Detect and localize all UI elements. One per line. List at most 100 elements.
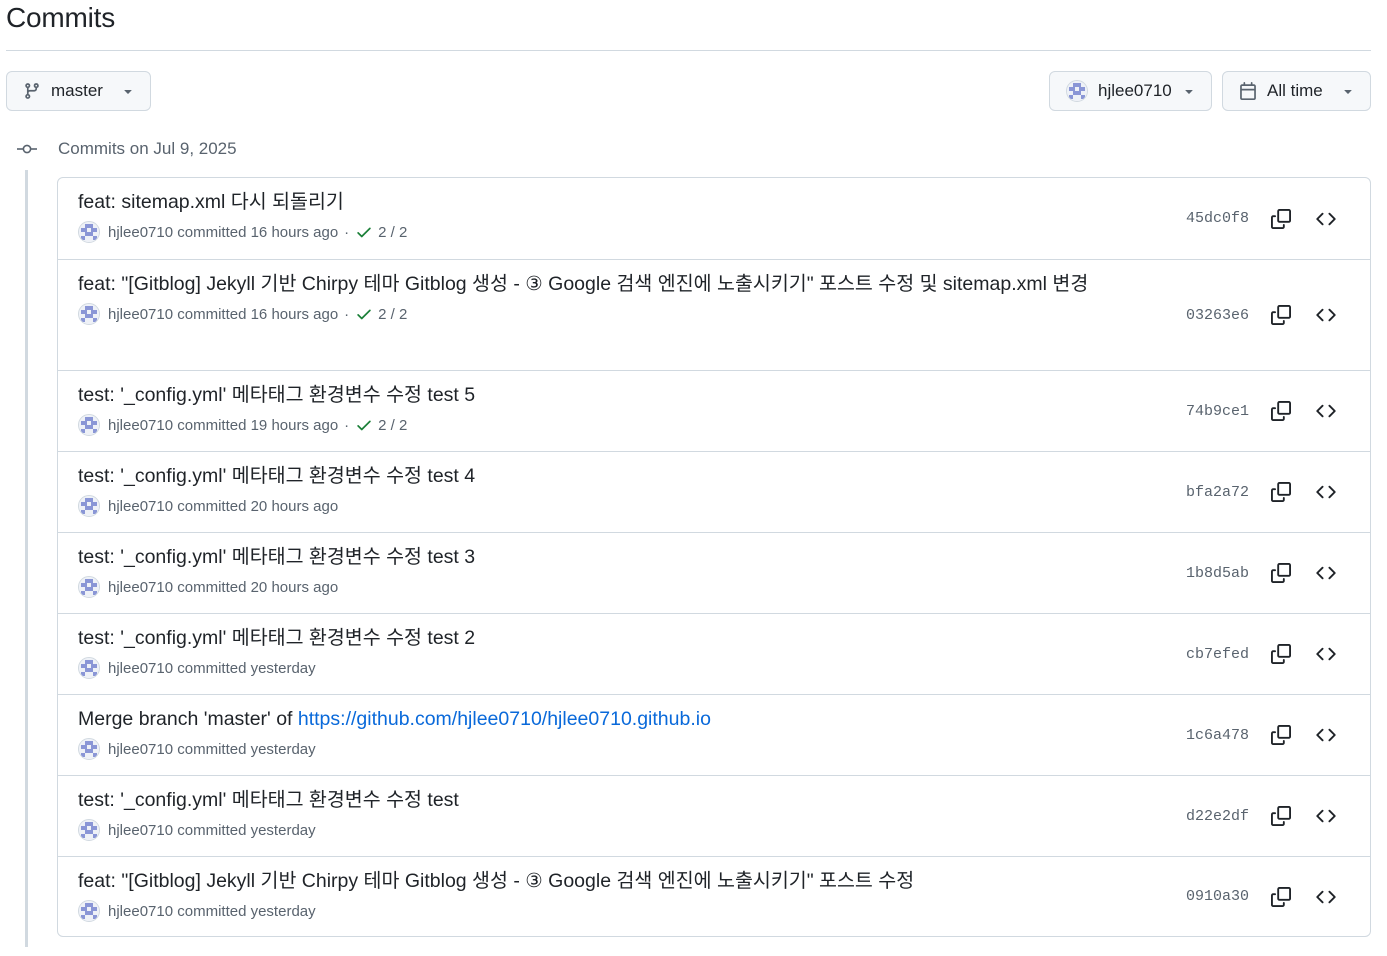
commit-action: committed [177, 578, 247, 596]
commit-message-link[interactable]: test: '_config.yml' 메타태그 환경변수 수정 test 5 [78, 381, 1098, 410]
check-icon[interactable] [355, 416, 373, 434]
commit-sha-link[interactable]: cb7efed [1186, 646, 1249, 663]
triangle-down-icon [1181, 83, 1197, 99]
commit-action: committed [177, 659, 247, 677]
check-icon[interactable] [355, 305, 373, 323]
browse-repo-button[interactable] [1312, 883, 1340, 911]
merge-source-link[interactable]: https://github.com/hjlee0710/hjlee0710.g… [298, 708, 711, 730]
meta-separator: · [344, 416, 350, 434]
copy-icon [1271, 806, 1291, 826]
avatar[interactable] [78, 303, 100, 325]
time-filter-button[interactable]: All time [1222, 71, 1371, 111]
commit-meta: hjlee0710 committed 20 hours ago [78, 576, 1098, 598]
checks-status[interactable]: 2 / 2 [378, 417, 407, 434]
copy-sha-button[interactable] [1267, 802, 1295, 830]
commit-time: 16 hours ago [250, 305, 339, 323]
commit-time: yesterday [250, 821, 316, 839]
checks-status[interactable]: 2 / 2 [378, 224, 407, 241]
copy-sha-button[interactable] [1267, 883, 1295, 911]
commit-meta: hjlee0710 committed yesterday [78, 738, 1098, 760]
commit-author-link[interactable]: hjlee0710 [108, 903, 173, 920]
avatar[interactable] [78, 576, 100, 598]
browse-repo-button[interactable] [1312, 301, 1340, 329]
commit-sha-link[interactable]: d22e2df [1186, 808, 1249, 825]
commit-message-link[interactable]: test: '_config.yml' 메타태그 환경변수 수정 test 2 [78, 624, 1098, 653]
browse-repo-button[interactable] [1312, 802, 1340, 830]
copy-sha-button[interactable] [1267, 397, 1295, 425]
commit-sha-link[interactable]: 1b8d5ab [1186, 565, 1249, 582]
commit-author-link[interactable]: hjlee0710 [108, 224, 173, 241]
copy-sha-button[interactable] [1267, 640, 1295, 668]
author-filter-button[interactable]: hjlee0710 [1049, 71, 1212, 111]
commit-time: yesterday [250, 740, 316, 758]
commit-message-link[interactable]: test: '_config.yml' 메타태그 환경변수 수정 test [78, 786, 1098, 815]
commit-author-link[interactable]: hjlee0710 [108, 498, 173, 515]
commit-row: test: '_config.yml' 메타태그 환경변수 수정 test 5 … [58, 370, 1370, 451]
check-icon[interactable] [355, 223, 373, 241]
avatar[interactable] [78, 657, 100, 679]
code-icon [1316, 563, 1336, 583]
commit-sha-link[interactable]: 1c6a478 [1186, 727, 1249, 744]
copy-sha-button[interactable] [1267, 205, 1295, 233]
browse-repo-button[interactable] [1312, 478, 1340, 506]
commit-message-link[interactable]: feat: "[Gitblog] Jekyll 기반 Chirpy 테마 Git… [78, 270, 1098, 299]
commit-meta: hjlee0710 committed 20 hours ago [78, 495, 1098, 517]
browse-repo-button[interactable] [1312, 721, 1340, 749]
avatar[interactable] [78, 900, 100, 922]
commit-author-link[interactable]: hjlee0710 [108, 579, 173, 596]
code-icon [1316, 725, 1336, 745]
commit-action: committed [177, 223, 247, 241]
avatar[interactable] [78, 221, 100, 243]
copy-icon [1271, 482, 1291, 502]
page-title: Commits [6, 2, 116, 33]
avatar[interactable] [78, 495, 100, 517]
browse-repo-button[interactable] [1312, 205, 1340, 233]
commit-time: 19 hours ago [250, 416, 339, 434]
copy-icon [1271, 644, 1291, 664]
branch-selector-button[interactable]: master [6, 71, 151, 111]
commit-author-link[interactable]: hjlee0710 [108, 417, 173, 434]
commit-message-link[interactable]: Merge branch 'master' of [78, 708, 298, 730]
code-icon [1316, 482, 1336, 502]
avatar[interactable] [78, 819, 100, 841]
commit-message-link[interactable]: test: '_config.yml' 메타태그 환경변수 수정 test 4 [78, 462, 1098, 491]
copy-sha-button[interactable] [1267, 478, 1295, 506]
commit-author-link[interactable]: hjlee0710 [108, 660, 173, 677]
copy-sha-button[interactable] [1267, 301, 1295, 329]
copy-sha-button[interactable] [1267, 721, 1295, 749]
commit-sha-link[interactable]: 74b9ce1 [1186, 403, 1249, 420]
commit-action: committed [177, 740, 247, 758]
commit-action: committed [177, 497, 247, 515]
copy-icon [1271, 305, 1291, 325]
copy-icon [1271, 725, 1291, 745]
commit-sha-link[interactable]: bfa2a72 [1186, 484, 1249, 501]
time-filter-label: All time [1267, 81, 1323, 100]
commit-action: committed [177, 902, 247, 920]
commit-sha-link[interactable]: 03263e6 [1186, 307, 1249, 324]
commit-message-link[interactable]: feat: "[Gitblog] Jekyll 기반 Chirpy 테마 Git… [78, 867, 1098, 896]
commit-time: 16 hours ago [250, 223, 339, 241]
commit-meta: hjlee0710 committed 16 hours ago · 2 / 2 [78, 303, 1098, 325]
commit-sha-link[interactable]: 45dc0f8 [1186, 210, 1249, 227]
triangle-down-icon [1340, 83, 1356, 99]
avatar[interactable] [78, 414, 100, 436]
browse-repo-button[interactable] [1312, 559, 1340, 587]
copy-icon [1271, 401, 1291, 421]
checks-status[interactable]: 2 / 2 [378, 306, 407, 323]
commit-action: committed [177, 821, 247, 839]
commit-author-link[interactable]: hjlee0710 [108, 306, 173, 323]
avatar[interactable] [78, 738, 100, 760]
commit-sha-link[interactable]: 0910a30 [1186, 888, 1249, 905]
commit-meta: hjlee0710 committed yesterday [78, 657, 1098, 679]
browse-repo-button[interactable] [1312, 397, 1340, 425]
code-icon [1316, 887, 1336, 907]
commit-meta: hjlee0710 committed yesterday [78, 819, 1098, 841]
commit-author-link[interactable]: hjlee0710 [108, 822, 173, 839]
copy-sha-button[interactable] [1267, 559, 1295, 587]
commit-message-link[interactable]: test: '_config.yml' 메타태그 환경변수 수정 test 3 [78, 543, 1098, 572]
commit-group-date: Commits on Jul 9, 2025 [58, 139, 237, 158]
commit-author-link[interactable]: hjlee0710 [108, 741, 173, 758]
browse-repo-button[interactable] [1312, 640, 1340, 668]
copy-icon [1271, 563, 1291, 583]
commit-message-link[interactable]: feat: sitemap.xml 다시 되돌리기 [78, 188, 1098, 217]
